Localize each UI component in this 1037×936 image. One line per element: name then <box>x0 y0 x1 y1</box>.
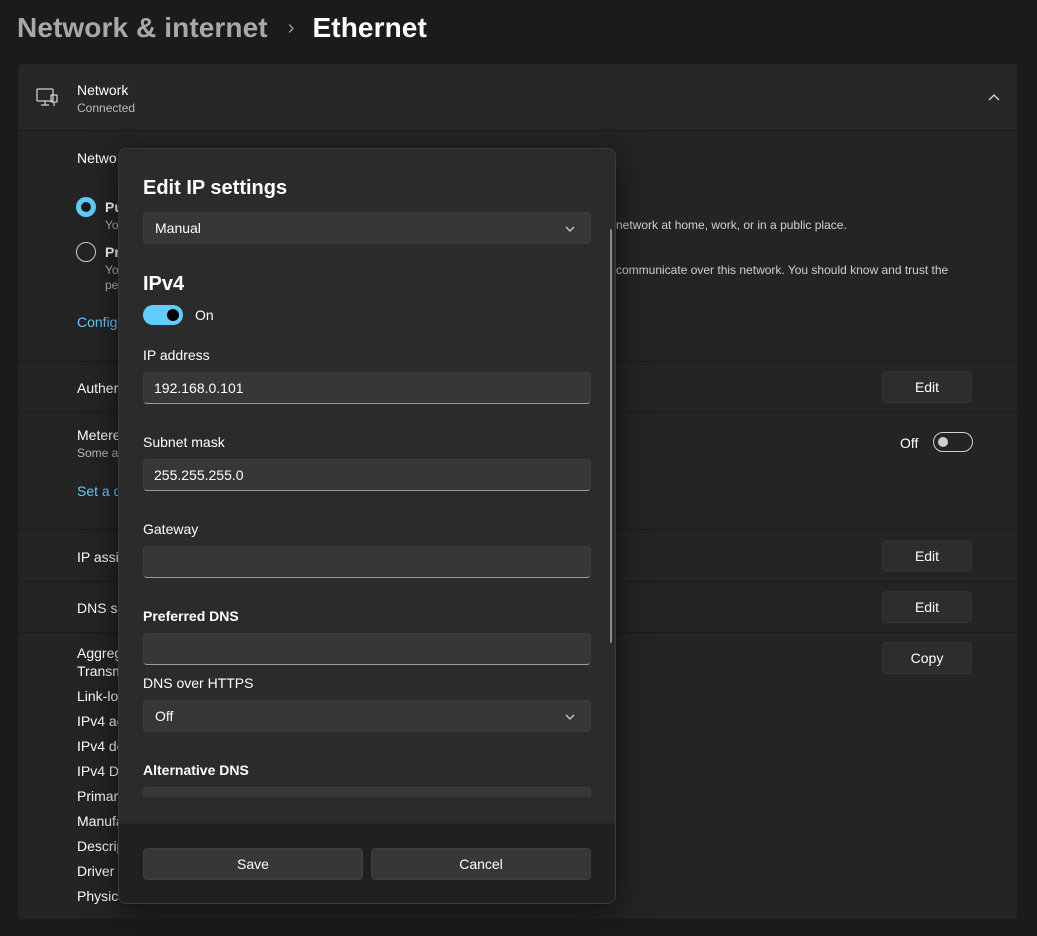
dialog-scrollbar[interactable] <box>610 229 612 643</box>
private-desc: communicate over this network. You shoul… <box>616 263 949 277</box>
chevron-down-icon <box>565 714 575 720</box>
edit-ip-settings-dialog: Edit IP settings Manual IPv4 On IP addre… <box>118 148 616 904</box>
chevron-down-icon <box>565 226 575 232</box>
chevron-up-icon[interactable] <box>987 90 1001 104</box>
breadcrumb: Network & internet › Ethernet <box>17 10 427 46</box>
property-label: Transm <box>77 663 124 679</box>
metered-label: Metere <box>77 427 121 443</box>
subnet-mask-value: 255.255.255.0 <box>154 467 244 483</box>
property-label: Manufa <box>77 813 124 829</box>
network-status: Connected <box>77 101 136 115</box>
cancel-button[interactable]: Cancel <box>371 848 591 880</box>
ipv4-section-title: IPv4 <box>143 273 185 295</box>
property-label: Aggreg <box>77 645 123 661</box>
property-label: Link-lo <box>77 688 119 704</box>
ethernet-monitor-icon <box>36 88 58 106</box>
preferred-dns-input[interactable] <box>143 633 591 665</box>
dns-over-https-value: Off <box>155 708 174 724</box>
metered-state: Off <box>900 435 919 451</box>
subnet-mask-input[interactable]: 255.255.255.0 <box>143 459 591 491</box>
network-card-header[interactable]: Network Connected <box>18 64 1017 131</box>
property-label: IPv4 ac <box>77 713 124 729</box>
alternative-dns-input[interactable] <box>143 787 591 797</box>
ip-mode-dropdown[interactable]: Manual <box>143 212 591 244</box>
alternative-dns-label: Alternative DNS <box>143 762 249 778</box>
gateway-input[interactable] <box>143 546 591 578</box>
ip-mode-value: Manual <box>155 220 201 236</box>
authentication-edit-button[interactable]: Edit <box>882 371 972 403</box>
configure-firewall-link[interactable]: Config <box>77 314 117 330</box>
network-profile-heading: Netwo <box>77 150 117 166</box>
public-desc-start: Yo <box>105 218 119 232</box>
gateway-label: Gateway <box>143 521 199 537</box>
ip-address-label: IP address <box>143 347 210 363</box>
private-radio[interactable] <box>76 242 96 262</box>
private-desc-start: Yo <box>105 263 119 277</box>
authentication-label: Auther <box>77 380 119 396</box>
ip-assignment-edit-button[interactable]: Edit <box>882 540 972 572</box>
public-desc: network at home, work, or in a public pl… <box>616 218 847 232</box>
ipv4-toggle-state: On <box>195 307 214 323</box>
public-radio[interactable] <box>76 197 96 217</box>
dialog-footer: Save Cancel <box>119 823 615 903</box>
network-title: Network <box>77 82 129 98</box>
preferred-dns-label: Preferred DNS <box>143 608 239 624</box>
subnet-mask-label: Subnet mask <box>143 434 225 450</box>
ipv4-toggle[interactable] <box>143 305 183 325</box>
ip-address-value: 192.168.0.101 <box>154 380 244 396</box>
dialog-title: Edit IP settings <box>143 177 288 199</box>
dns-over-https-label: DNS over HTTPS <box>143 675 254 691</box>
metered-toggle[interactable] <box>933 432 973 452</box>
save-button[interactable]: Save <box>143 848 363 880</box>
page-title: Ethernet <box>312 12 427 43</box>
ip-address-input[interactable]: 192.168.0.101 <box>143 372 591 404</box>
dns-edit-button[interactable]: Edit <box>882 591 972 623</box>
dns-over-https-dropdown[interactable]: Off <box>143 700 591 732</box>
breadcrumb-parent[interactable]: Network & internet <box>17 12 268 44</box>
copy-button[interactable]: Copy <box>882 642 972 674</box>
breadcrumb-separator-icon: › <box>287 16 295 39</box>
property-label: IPv4 DI <box>77 763 123 779</box>
data-limit-link[interactable]: Set a d <box>77 483 121 499</box>
private-desc-line2: pe <box>105 278 119 292</box>
